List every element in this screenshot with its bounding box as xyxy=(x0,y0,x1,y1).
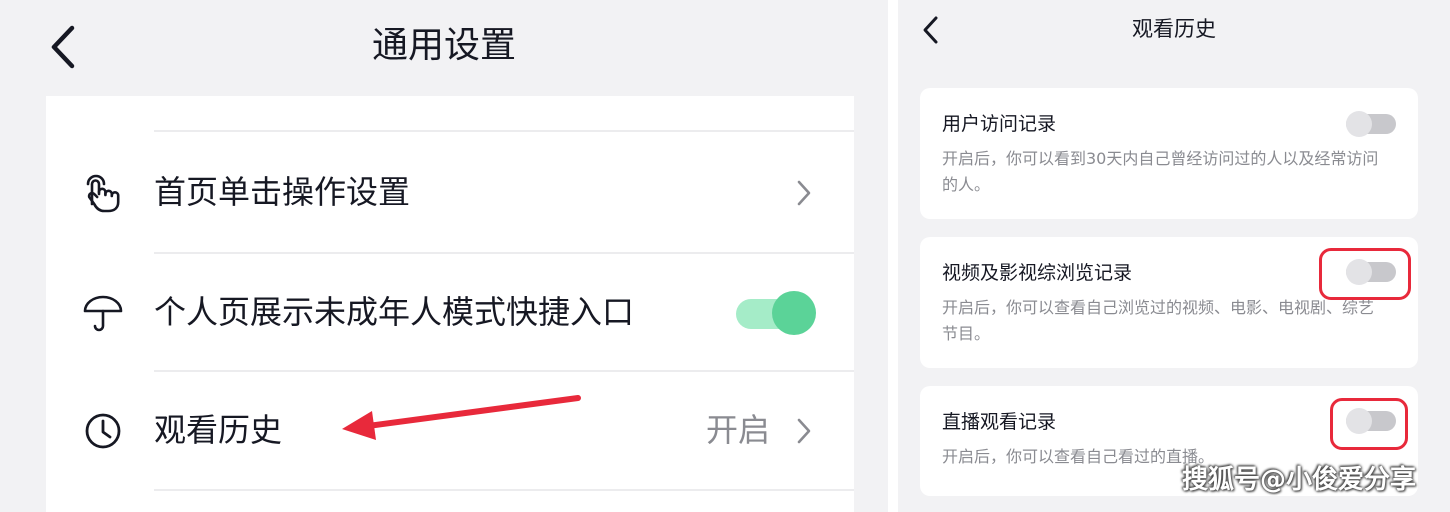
setting-card-user-visits: 用户访问记录 开启后，你可以看到30天内自己曾经访问过的人以及经常访问的人。 xyxy=(920,88,1418,219)
tap-hand-icon xyxy=(86,174,120,213)
clock-icon xyxy=(85,413,121,449)
toggle-knob xyxy=(1346,259,1372,285)
general-settings-panel: 通用设置 首页单击操作设置 个人页展示未成年人模式快捷入口 观看历史 开启 xyxy=(0,0,888,512)
setting-title: 直播观看记录 xyxy=(942,411,1057,433)
setting-title: 用户访问记录 xyxy=(942,113,1057,135)
settings-item-watch-history[interactable]: 观看历史 开启 xyxy=(46,371,854,489)
user-visits-toggle[interactable] xyxy=(1346,111,1396,137)
toggle-knob xyxy=(1346,111,1372,137)
toggle-knob xyxy=(1346,408,1372,434)
setting-card-video-history: 视频及影视综浏览记录 开启后，你可以查看自己浏览过的视频、电影、电视剧、综艺节目… xyxy=(920,237,1418,368)
page-title: 通用设置 xyxy=(371,25,516,66)
setting-description: 开启后，你可以查看自己浏览过的视频、电影、电视剧、综艺节目。 xyxy=(942,298,1375,343)
live-history-toggle[interactable] xyxy=(1346,408,1396,434)
page-title: 观看历史 xyxy=(1132,17,1216,41)
settings-item-label: 首页单击操作设置 xyxy=(154,173,411,211)
settings-item-label: 观看历史 xyxy=(154,411,283,449)
divider xyxy=(154,130,854,132)
settings-item-homepage-tap[interactable]: 首页单击操作设置 xyxy=(46,133,854,251)
chevron-right-icon xyxy=(797,418,811,444)
toggle-knob xyxy=(772,291,816,335)
watch-history-status: 开启 xyxy=(705,411,770,449)
divider xyxy=(154,489,854,491)
watch-history-panel: 观看历史 用户访问记录 开启后，你可以看到30天内自己曾经访问过的人以及经常访问… xyxy=(898,0,1450,512)
minor-mode-shortcut-toggle[interactable] xyxy=(736,291,816,335)
umbrella-icon xyxy=(83,295,123,332)
settings-item-label: 个人页展示未成年人模式快捷入口 xyxy=(154,293,635,331)
settings-item-minor-mode-shortcut: 个人页展示未成年人模式快捷入口 xyxy=(46,253,854,371)
watermark-text: 搜狐号@小俊爱分享 xyxy=(1181,465,1416,495)
setting-title: 视频及影视综浏览记录 xyxy=(942,262,1133,284)
setting-description: 开启后，你可以看到30天内自己曾经访问过的人以及经常访问的人。 xyxy=(942,149,1379,194)
video-history-toggle[interactable] xyxy=(1346,259,1396,285)
chevron-right-icon xyxy=(797,180,811,206)
